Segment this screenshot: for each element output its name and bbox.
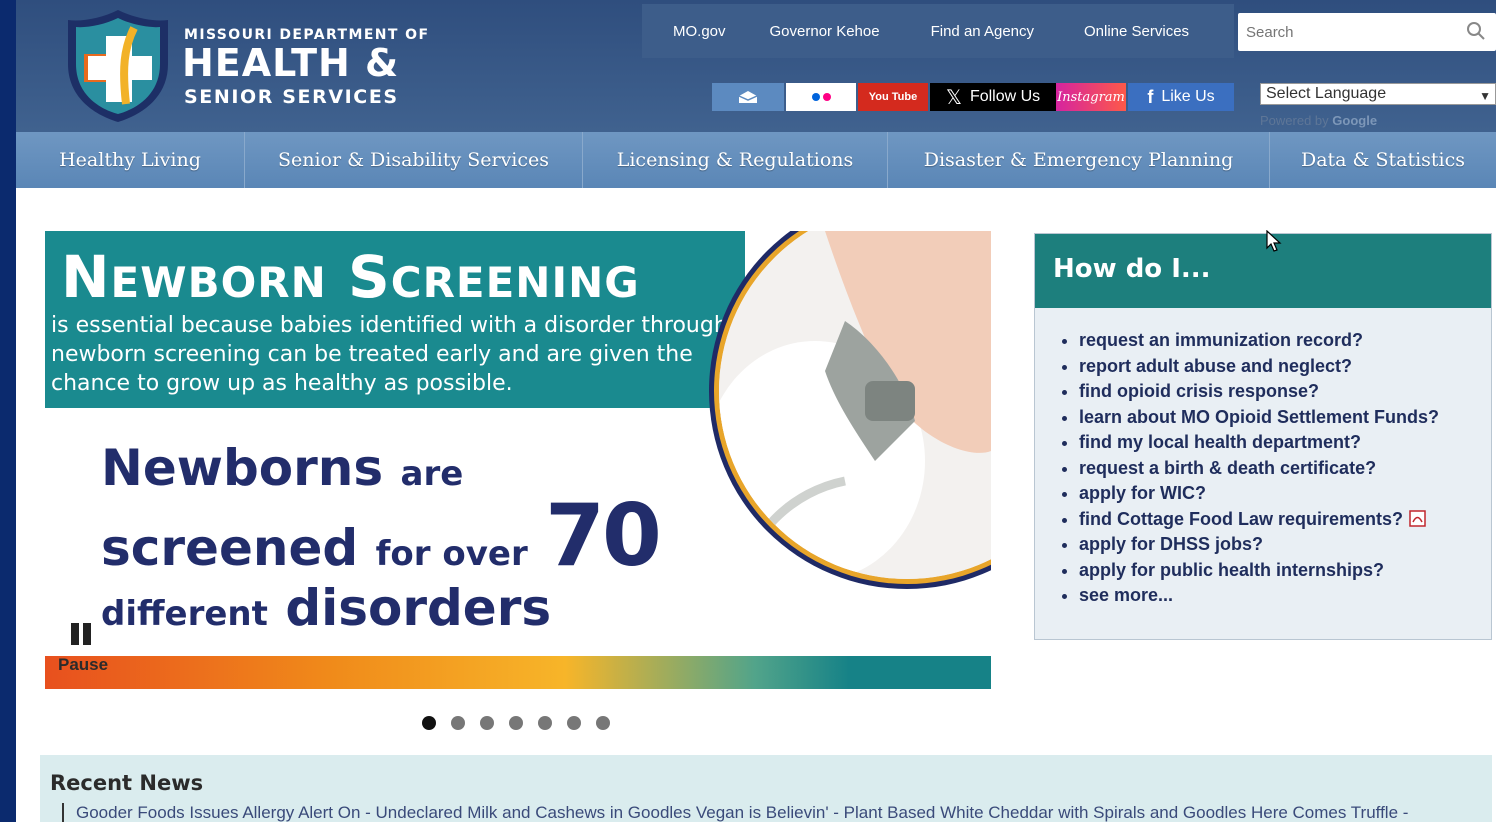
banner-title: NEWBORN SCREENING <box>61 243 640 311</box>
baby-foot-photo <box>709 231 991 589</box>
flickr-icon[interactable] <box>786 83 856 111</box>
banner-gradient-bar <box>45 656 991 689</box>
title-ewborn: EWBORN <box>110 258 327 307</box>
powered-by-google[interactable]: Powered by Google <box>1260 113 1377 128</box>
x-follow-label: Follow Us <box>969 88 1041 105</box>
carousel-dot-6[interactable] <box>567 716 581 730</box>
title-s: S <box>347 243 391 311</box>
howdo-link-opioid-funds[interactable]: learn about MO Opioid Settlement Funds? <box>1079 405 1491 431</box>
powered-prefix: Powered by <box>1260 113 1329 128</box>
w-are: are <box>400 454 464 494</box>
how-do-i-list: request an immunization record? report a… <box>1035 328 1491 609</box>
main-nav: Healthy Living Senior & Disability Servi… <box>16 132 1496 188</box>
w-disorders: disorders <box>285 579 552 637</box>
cottage-food-label: find Cottage Food Law requirements? <box>1079 508 1404 529</box>
title-creening: CREENING <box>390 258 640 307</box>
chevron-down-icon: ▼ <box>1479 89 1491 103</box>
link-find-agency[interactable]: Find an Agency <box>931 23 1034 40</box>
w-screened: screened <box>101 519 359 577</box>
howdo-link-wic[interactable]: apply for WIC? <box>1079 481 1491 507</box>
facebook-icon: f <box>1147 86 1154 107</box>
howdo-link-certificate[interactable]: request a birth & death certificate? <box>1079 456 1491 482</box>
x-icon: 𝕏 <box>945 86 962 109</box>
pause-button[interactable]: Pause <box>58 655 108 675</box>
link-governor[interactable]: Governor Kehoe <box>770 23 880 40</box>
carousel-dot-4[interactable] <box>509 716 523 730</box>
w-newborns: Newborns <box>101 439 384 497</box>
logo-line3: SENIOR SERVICES <box>184 86 399 108</box>
banner-teal-panel: NEWBORN SCREENING is essential because b… <box>45 231 745 408</box>
logo-line2: HEALTH & <box>182 41 400 85</box>
news-item-link[interactable]: Gooder Foods Issues Allergy Alert On - U… <box>62 803 1408 822</box>
hero-carousel-slide[interactable]: NEWBORN SCREENING is essential because b… <box>45 231 991 689</box>
email-icon[interactable] <box>712 83 784 111</box>
title-n: N <box>61 243 111 311</box>
howdo-link-see-more[interactable]: see more... <box>1079 583 1491 609</box>
mouse-cursor-icon <box>1266 230 1282 252</box>
language-selected: Select Language <box>1266 85 1387 102</box>
search-icon[interactable] <box>1466 21 1486 41</box>
recent-news-title: Recent News <box>50 771 204 795</box>
how-do-i-panel: How do I... request an immunization reco… <box>1034 233 1492 640</box>
site-header: MISSOURI DEPARTMENT OF HEALTH & SENIOR S… <box>16 0 1496 132</box>
facebook-like-button[interactable]: f Like Us <box>1128 83 1234 111</box>
pause-icon[interactable] <box>71 623 95 645</box>
x-follow-button[interactable]: 𝕏 Follow Us <box>930 83 1056 111</box>
link-mo-gov[interactable]: MO.gov <box>673 23 726 40</box>
carousel-dot-1[interactable] <box>422 716 436 730</box>
howdo-link-immunization[interactable]: request an immunization record? <box>1079 328 1491 354</box>
search-box <box>1238 13 1496 51</box>
howdo-link-adult-abuse[interactable]: report adult abuse and neglect? <box>1079 354 1491 380</box>
top-links-bar: MO.gov Governor Kehoe Find an Agency Onl… <box>642 4 1234 58</box>
w-different: different <box>101 594 268 634</box>
carousel-dot-2[interactable] <box>451 716 465 730</box>
nav-disaster[interactable]: Disaster & Emergency Planning <box>888 132 1270 188</box>
nav-healthy-living[interactable]: Healthy Living <box>16 132 245 188</box>
w-for-over: for over <box>375 534 528 574</box>
search-input[interactable] <box>1238 13 1456 51</box>
banner-stat-text: Newborns are screened for over 70 differ… <box>101 437 662 645</box>
carousel-dot-7[interactable] <box>596 716 610 730</box>
link-online-services[interactable]: Online Services <box>1084 23 1189 40</box>
facebook-label: Like Us <box>1161 88 1215 105</box>
howdo-link-opioid-crisis[interactable]: find opioid crisis response? <box>1079 379 1491 405</box>
carousel-dot-3[interactable] <box>480 716 494 730</box>
banner-subtitle: is essential because babies identified w… <box>51 313 728 396</box>
google-brand: Google <box>1332 113 1378 128</box>
instagram-icon[interactable]: Instagram <box>1056 83 1126 111</box>
how-do-i-title: How do I... <box>1035 234 1491 308</box>
howdo-link-local-health[interactable]: find my local health department? <box>1079 430 1491 456</box>
nav-data-statistics[interactable]: Data & Statistics <box>1270 132 1496 188</box>
nav-licensing[interactable]: Licensing & Regulations <box>583 132 888 188</box>
howdo-link-dhss-jobs[interactable]: apply for DHSS jobs? <box>1079 532 1491 558</box>
w-70: 70 <box>545 486 662 586</box>
howdo-link-internships[interactable]: apply for public health internships? <box>1079 558 1491 584</box>
recent-news-section: Recent News Gooder Foods Issues Allergy … <box>40 755 1492 822</box>
dhss-shield-logo[interactable] <box>64 8 172 124</box>
carousel-dots <box>422 716 625 730</box>
pdf-icon <box>1409 509 1426 527</box>
carousel-dot-5[interactable] <box>538 716 552 730</box>
page: MISSOURI DEPARTMENT OF HEALTH & SENIOR S… <box>16 0 1496 822</box>
howdo-link-cottage-food[interactable]: find Cottage Food Law requirements? <box>1079 507 1491 533</box>
language-select[interactable]: Select Language ▼ <box>1260 83 1496 105</box>
youtube-icon[interactable]: You Tube <box>858 83 928 111</box>
nav-senior-disability[interactable]: Senior & Disability Services <box>245 132 583 188</box>
